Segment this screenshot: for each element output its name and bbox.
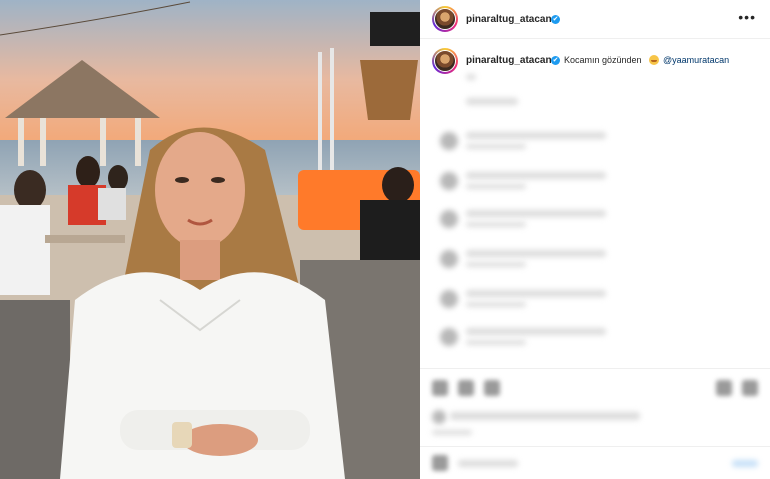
actions-divider — [420, 368, 770, 369]
smiling-face-with-heart-eyes-icon — [649, 55, 659, 65]
comment-avatar — [440, 290, 458, 308]
comment-avatar — [440, 250, 458, 268]
comment-avatar — [440, 210, 458, 228]
save-bookmark-icon[interactable] — [742, 380, 758, 396]
caption-mention[interactable]: @yaamuratacan — [663, 55, 729, 65]
blurred-comment — [466, 210, 606, 217]
blurred-comment — [466, 250, 606, 257]
post-comment-button[interactable] — [732, 460, 758, 467]
comment-icon[interactable] — [458, 380, 474, 396]
post-photo[interactable] — [0, 0, 420, 479]
share-icon[interactable] — [484, 380, 500, 396]
comment-input-divider — [420, 446, 770, 447]
comment-avatar — [440, 172, 458, 190]
blurred-post-date — [432, 430, 472, 435]
blurred-comment-meta — [466, 302, 526, 307]
blurred-comment-meta — [466, 262, 526, 267]
caption-verified-badge-icon: ✔ — [551, 56, 560, 65]
blurred-comment-meta — [466, 184, 526, 189]
carousel-dots-icon — [716, 380, 732, 396]
blurred-comment — [466, 290, 606, 297]
like-icon[interactable] — [432, 380, 448, 396]
caption-username[interactable]: pinaraltug_atacan — [466, 55, 552, 66]
verified-badge-icon: ✔ — [551, 15, 560, 24]
caption-text: Kocamın gözünden — [564, 55, 642, 65]
blurred-comment — [466, 172, 606, 179]
comment-avatar — [440, 328, 458, 346]
author-avatar[interactable] — [432, 6, 458, 32]
blurred-comment — [466, 132, 606, 139]
comment-avatar — [440, 132, 458, 150]
author-username[interactable]: pinaraltug_atacan — [466, 14, 552, 25]
blurred-comment-meta — [466, 340, 526, 345]
blurred-caption-line — [466, 74, 476, 80]
liked-by-avatar — [432, 410, 446, 424]
post-header: pinaraltug_atacan ✔ ••• — [420, 0, 770, 39]
comment-input[interactable] — [458, 460, 518, 467]
blurred-comment — [466, 328, 606, 335]
caption-avatar[interactable] — [432, 48, 458, 74]
emoji-picker-icon[interactable] — [432, 455, 448, 471]
blurred-comment-meta — [466, 222, 526, 227]
blurred-comment-meta — [466, 144, 526, 149]
post-details-panel: pinaraltug_atacan ✔ ••• pinaraltug_ataca… — [420, 0, 770, 479]
blurred-timestamp — [466, 98, 518, 105]
more-options-icon[interactable]: ••• — [738, 9, 756, 25]
blurred-likes-text — [450, 412, 640, 420]
post-photo-image — [0, 0, 420, 479]
